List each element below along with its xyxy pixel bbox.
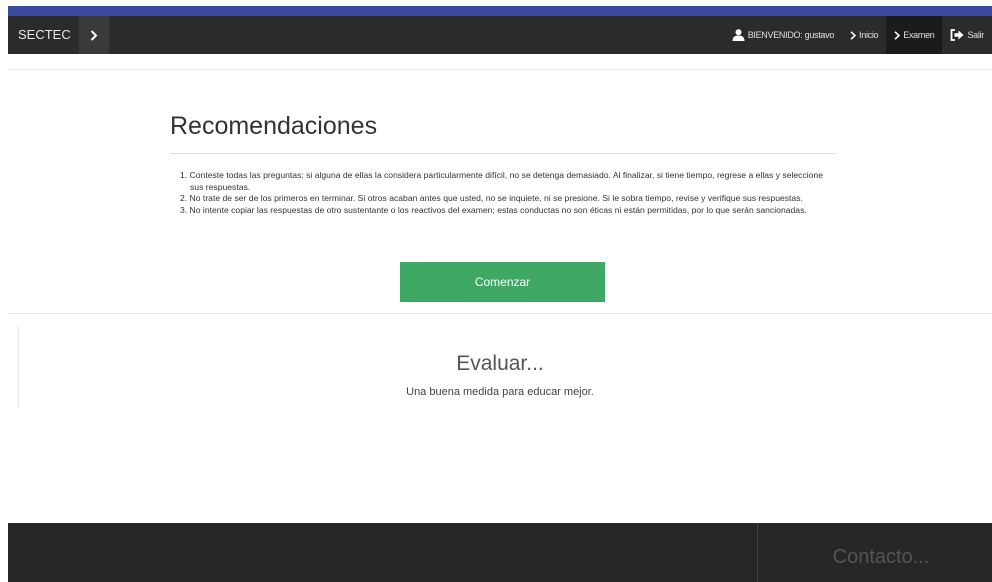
- nav-item-label: Examen: [903, 30, 935, 40]
- list-item: 3. No intente copiar las respuestas de o…: [180, 204, 807, 215]
- nav-toggle-button[interactable]: [78, 16, 109, 54]
- footer-divider: [757, 523, 758, 582]
- nav-item-examen[interactable]: Examen: [886, 16, 943, 54]
- recommendations-list: 1. Conteste todas las preguntas; si algu…: [176, 170, 836, 216]
- banner-heading: Evaluar...: [456, 352, 544, 375]
- banner-tagline: Una buena medida para educar mejor.: [406, 386, 594, 398]
- top-accent-bar: [8, 6, 992, 16]
- brand-link[interactable]: SECTEC: [8, 16, 71, 54]
- page-title: Recomendaciones: [170, 112, 378, 140]
- list-item: 1. Conteste todas las preguntas; si algu…: [180, 170, 823, 192]
- footer-contact-heading: Contacto...: [832, 546, 930, 568]
- chevron-right-icon: [894, 30, 901, 40]
- sign-out-icon: [951, 29, 964, 41]
- list-item: 2. No trate de ser de los primeros en te…: [180, 193, 803, 203]
- start-button[interactable]: Comenzar: [400, 262, 605, 302]
- nav-user-label: BIENVENIDO: gustavo: [747, 30, 835, 40]
- nav-item-inicio[interactable]: Inicio: [842, 16, 886, 54]
- nav-user[interactable]: BIENVENIDO: gustavo: [724, 16, 842, 54]
- chevron-right-icon: [850, 30, 857, 40]
- nav-menu: BIENVENIDO: gustavo Inicio Examen Salir: [724, 16, 992, 54]
- user-icon: [732, 29, 745, 41]
- section-divider: [8, 313, 992, 314]
- chevron-right-icon: [90, 29, 98, 41]
- title-divider: [170, 153, 836, 154]
- navbar: SECTEC BIENVENIDO: gustavo Inicio Examen…: [8, 16, 992, 54]
- nav-item-label: Salir: [967, 30, 984, 40]
- divider: [8, 69, 992, 70]
- nav-item-label: Inicio: [859, 30, 879, 40]
- nav-item-salir[interactable]: Salir: [942, 16, 992, 54]
